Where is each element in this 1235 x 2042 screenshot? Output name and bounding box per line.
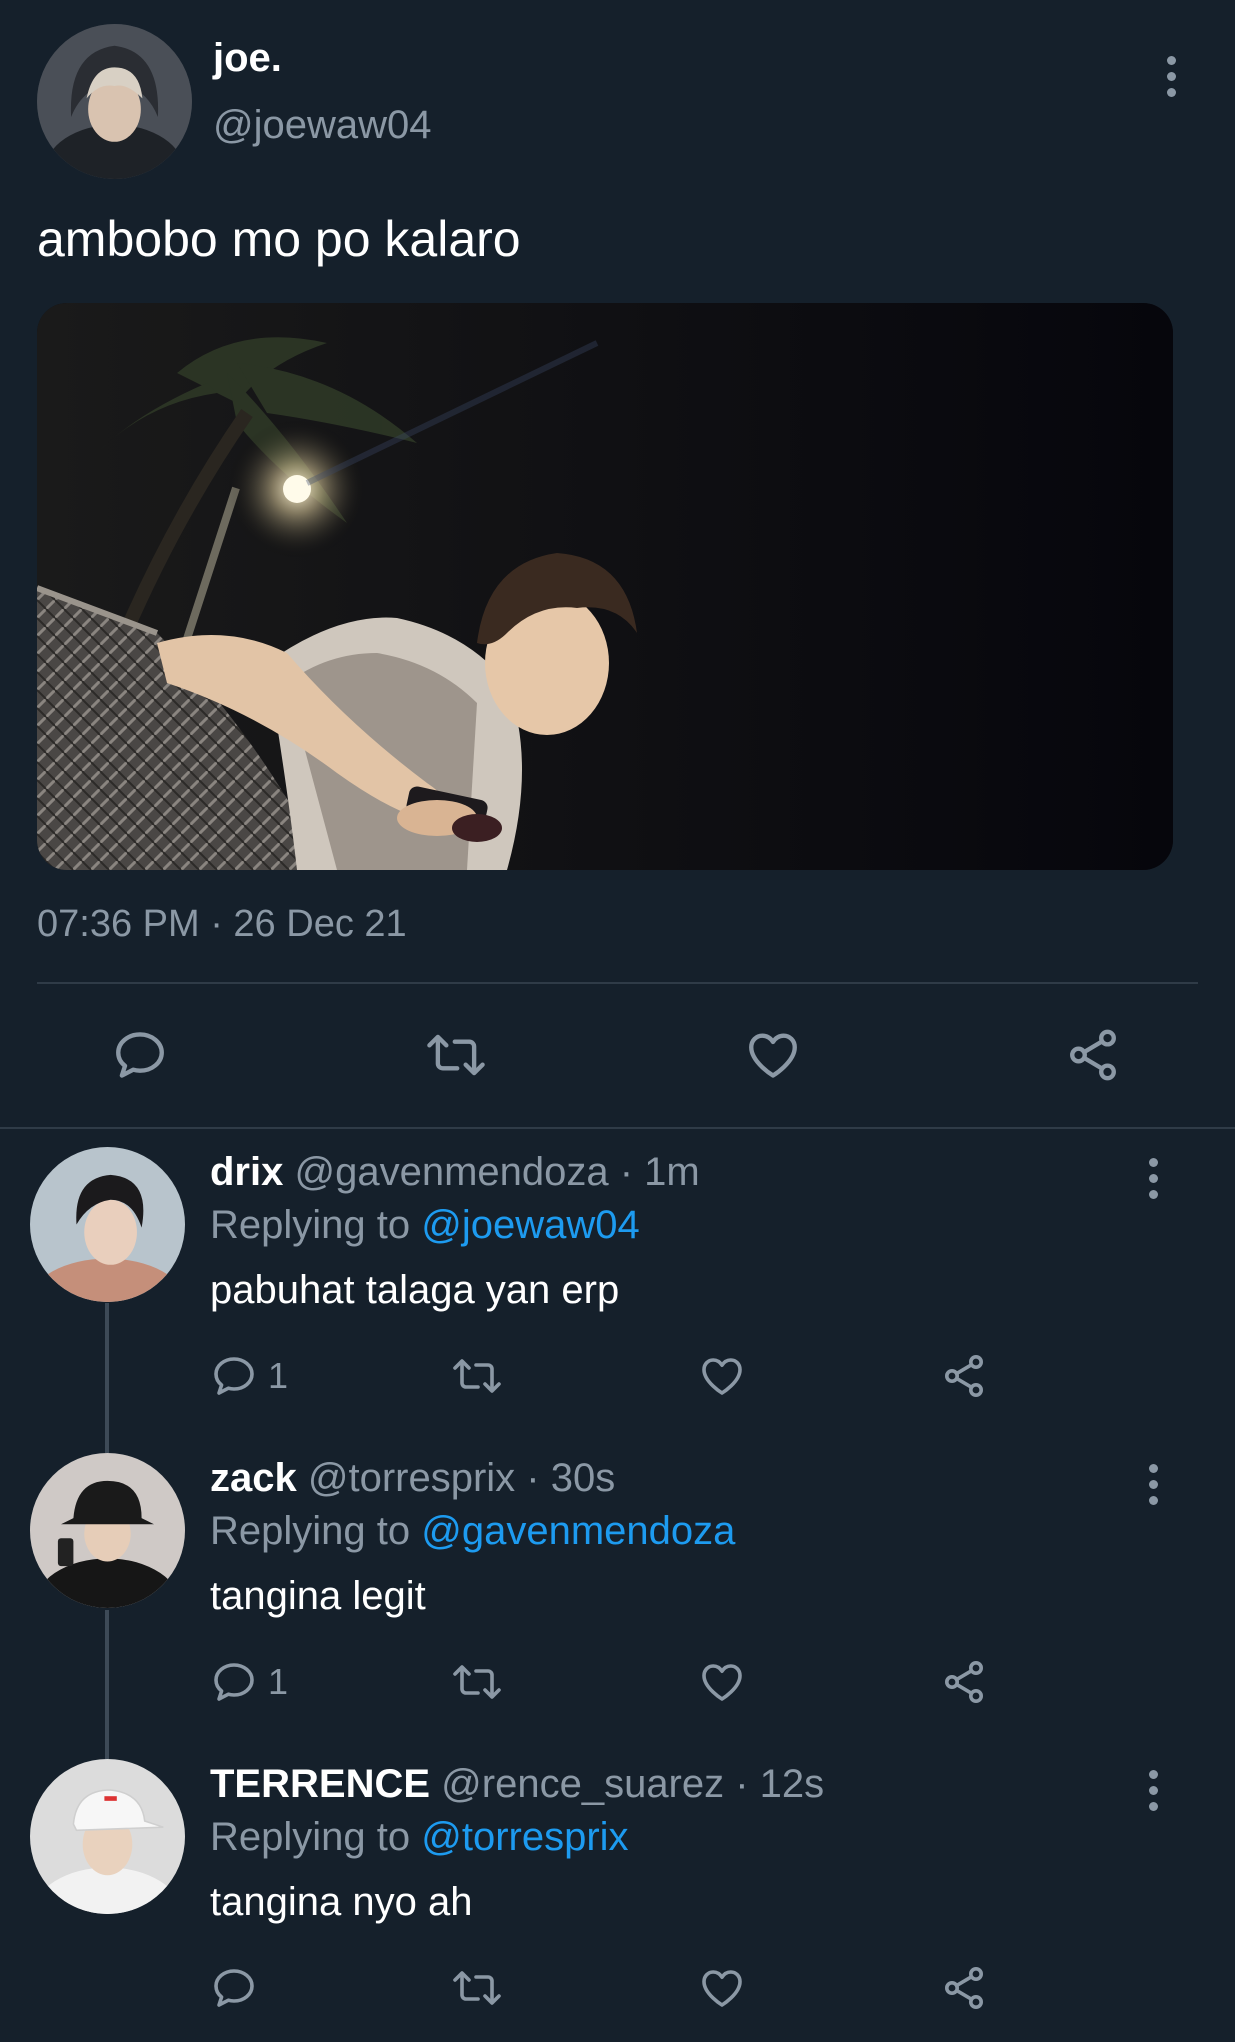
replying-to: Replying to @torresprix bbox=[210, 1815, 629, 1860]
avatar-image bbox=[37, 24, 192, 179]
thread-line bbox=[105, 1303, 109, 1453]
share-icon[interactable] bbox=[940, 1352, 988, 1400]
tweet-image[interactable] bbox=[37, 303, 1173, 870]
reply-icon[interactable] bbox=[210, 1964, 268, 2012]
reply-avatar[interactable] bbox=[30, 1147, 185, 1302]
replying-to-link[interactable]: @gavenmendoza bbox=[421, 1509, 735, 1553]
reply-icon[interactable]: 1 bbox=[210, 1658, 288, 1706]
like-icon[interactable] bbox=[744, 1026, 802, 1084]
retweet-icon[interactable] bbox=[450, 1964, 504, 2012]
replying-to-link[interactable]: @joewaw04 bbox=[421, 1203, 640, 1247]
reply-count: 1 bbox=[268, 1661, 289, 1702]
replying-to: Replying to @joewaw04 bbox=[210, 1203, 640, 1248]
reply-text: tangina nyo ah bbox=[210, 1880, 473, 1924]
share-icon[interactable] bbox=[940, 1964, 988, 2012]
reply-display-name[interactable]: drix bbox=[210, 1150, 283, 1194]
like-icon[interactable] bbox=[698, 1352, 746, 1400]
timestamp-divider bbox=[37, 982, 1198, 984]
thread-line bbox=[105, 1610, 109, 1760]
reply-text: pabuhat talaga yan erp bbox=[210, 1268, 620, 1312]
reply-icon[interactable] bbox=[111, 1026, 169, 1084]
replying-prefix: Replying to bbox=[210, 1815, 411, 1859]
reply-display-name[interactable]: zack bbox=[210, 1456, 297, 1500]
retweet-icon[interactable] bbox=[450, 1658, 504, 1706]
reply-icon[interactable]: 1 bbox=[210, 1352, 288, 1400]
more-options-icon[interactable] bbox=[1147, 1158, 1159, 1199]
main-handle[interactable]: @joewaw04 bbox=[213, 103, 432, 148]
replying-to-link[interactable]: @torresprix bbox=[421, 1815, 628, 1859]
main-display-name[interactable]: joe. bbox=[213, 36, 282, 81]
reply-meta[interactable]: @gavenmendoza · 1m bbox=[294, 1150, 699, 1194]
more-options-icon[interactable] bbox=[1147, 1464, 1159, 1505]
reply-count: 1 bbox=[268, 1355, 289, 1396]
retweet-icon[interactable] bbox=[450, 1352, 504, 1400]
reply-avatar[interactable] bbox=[30, 1453, 185, 1608]
reply-meta[interactable]: @torresprix · 30s bbox=[308, 1456, 615, 1500]
share-icon[interactable] bbox=[1064, 1026, 1122, 1084]
replying-prefix: Replying to bbox=[210, 1509, 411, 1553]
reply-header: zack @torresprix · 30s bbox=[210, 1456, 615, 1501]
retweet-icon[interactable] bbox=[424, 1026, 488, 1084]
reply-avatar[interactable] bbox=[30, 1759, 185, 1914]
tweet-timestamp: 07:36 PM · 26 Dec 21 bbox=[37, 903, 407, 945]
reply-header: TERRENCE @rence_suarez · 12s bbox=[210, 1762, 824, 1807]
reply-meta[interactable]: @rence_suarez · 12s bbox=[441, 1762, 824, 1806]
more-options-icon[interactable] bbox=[1147, 1770, 1159, 1811]
share-icon[interactable] bbox=[940, 1658, 988, 1706]
reply-display-name[interactable]: TERRENCE bbox=[210, 1762, 430, 1806]
more-options-icon[interactable] bbox=[1165, 56, 1177, 97]
photo-illustration bbox=[37, 303, 1173, 870]
replying-prefix: Replying to bbox=[210, 1203, 411, 1247]
replying-to: Replying to @gavenmendoza bbox=[210, 1509, 735, 1554]
reply-header: drix @gavenmendoza · 1m bbox=[210, 1150, 700, 1195]
section-divider bbox=[0, 1127, 1235, 1129]
main-avatar[interactable] bbox=[37, 24, 192, 179]
tweet-text: ambobo mo po kalaro bbox=[37, 211, 521, 267]
like-icon[interactable] bbox=[698, 1964, 746, 2012]
like-icon[interactable] bbox=[698, 1658, 746, 1706]
reply-text: tangina legit bbox=[210, 1574, 426, 1618]
